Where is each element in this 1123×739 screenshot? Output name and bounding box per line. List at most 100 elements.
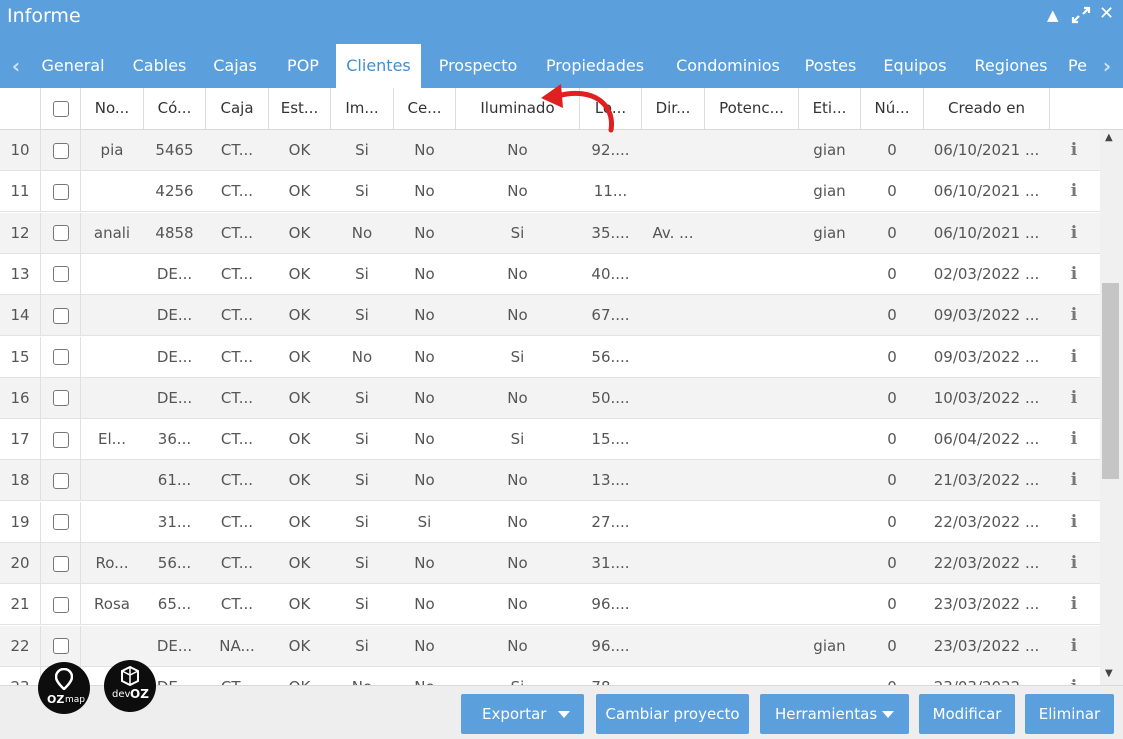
header-potencia[interactable]: Potenc... <box>705 88 799 129</box>
table-row[interactable]: 16 DE... CT... OK Si No No 50.... 0 10/03/2022 ..… <box>0 377 1100 419</box>
info-icon[interactable]: i <box>1050 213 1098 253</box>
info-icon[interactable]: i <box>1071 677 1077 685</box>
info-icon[interactable]: i <box>1071 470 1077 490</box>
vertical-scrollbar[interactable]: ▲ ▼ <box>1100 130 1123 685</box>
table-row[interactable]: 11 4256 CT... OK Si No No 11... gian 0 06/10/2021 … <box>0 171 1100 213</box>
info-icon[interactable]: i <box>1071 264 1077 284</box>
table-row[interactable]: 13 DE... CT... OK Si No No 40.... 0 02/03/2022 ..… <box>0 253 1100 295</box>
row-checkbox[interactable] <box>52 431 69 448</box>
info-icon[interactable]: i <box>1071 512 1077 532</box>
info-icon[interactable]: i <box>1071 553 1077 573</box>
scroll-down-icon[interactable]: ▼ <box>1105 668 1113 679</box>
scroll-up-icon[interactable]: ▲ <box>1105 132 1113 143</box>
row-checkbox[interactable] <box>52 514 69 531</box>
row-checkbox[interactable] <box>52 472 69 489</box>
row-checkbox[interactable] <box>52 183 69 200</box>
info-icon[interactable]: i <box>1050 502 1098 542</box>
info-icon[interactable]: i <box>1050 460 1098 500</box>
cell-im: No <box>331 667 393 685</box>
row-checkbox[interactable] <box>52 555 69 572</box>
table-row[interactable]: 17 El... 36... CT... OK Si No Si 15.... 0 06/04/20… <box>0 419 1100 461</box>
expand-icon[interactable] <box>1071 6 1091 28</box>
info-icon[interactable]: i <box>1071 594 1077 614</box>
info-icon[interactable]: i <box>1050 130 1098 170</box>
tab-cajas[interactable]: Cajas <box>203 44 267 88</box>
table-row[interactable]: 22 DE... NA... OK Si No No 96.... gian 0 23/03/202… <box>0 625 1100 667</box>
info-icon[interactable]: i <box>1071 636 1077 656</box>
export-dropdown-caret-icon[interactable] <box>558 694 570 734</box>
table-row[interactable]: 14 DE... CT... OK Si No No 67.... 0 09/03/2022 ..… <box>0 295 1100 337</box>
tab-propiedades[interactable]: Propiedades <box>535 44 655 88</box>
tab-equipos[interactable]: Equipos <box>872 44 958 88</box>
row-checkbox[interactable] <box>52 225 69 242</box>
cell-nombre <box>81 254 143 294</box>
header-nombre[interactable]: No... <box>81 88 144 129</box>
info-icon[interactable]: i <box>1071 305 1077 325</box>
table-row[interactable]: 10 pia 5465 CT... OK Si No No 92.... gian 0 06/10/2… <box>0 130 1100 171</box>
table-row[interactable]: 19 31... CT... OK Si Si No 27.... 0 22/03/2022 ..… <box>0 501 1100 543</box>
info-icon[interactable]: i <box>1050 584 1098 624</box>
info-icon[interactable]: i <box>1050 378 1098 418</box>
table-row[interactable]: 12 anali 4858 CT... OK No No Si 35.... Av. ... gia… <box>0 212 1100 254</box>
close-icon[interactable]: ✕ <box>1099 3 1114 24</box>
info-icon[interactable]: i <box>1050 419 1098 459</box>
select-all-checkbox[interactable] <box>52 100 69 117</box>
row-checkbox[interactable] <box>52 349 69 365</box>
tools-button[interactable]: Herramientas <box>760 694 909 734</box>
tab-condominios[interactable]: Condominios <box>661 44 795 88</box>
scrollbar-thumb[interactable] <box>1102 283 1119 479</box>
header-lo[interactable]: Lo... <box>580 88 642 129</box>
header-numero[interactable]: Nú... <box>861 88 924 129</box>
table-row[interactable]: 23DE...CT...OKNoNoSi78....023/03/2022 ..… <box>0 666 1100 685</box>
cell-codigo: 31... <box>157 512 192 531</box>
table-row[interactable]: 18 61... CT... OK Si No No 13.... 0 21/03/2022 ..… <box>0 460 1100 502</box>
tab-postes[interactable]: Postes <box>797 44 864 88</box>
info-icon[interactable]: i <box>1050 626 1098 666</box>
modify-button[interactable]: Modificar <box>919 694 1015 734</box>
info-icon[interactable]: i <box>1050 254 1098 294</box>
tab-regiones[interactable]: Regiones <box>965 44 1057 88</box>
info-icon[interactable]: i <box>1071 140 1077 160</box>
table-row[interactable]: 20 Ro... 56... CT... OK Si No No 31.... 0 22/03/20… <box>0 543 1100 584</box>
tools-dropdown-caret-icon[interactable] <box>882 694 894 734</box>
tab-scroll-right-icon[interactable]: › <box>1093 44 1121 88</box>
header-estado[interactable]: Est... <box>269 88 331 129</box>
row-checkbox[interactable] <box>52 596 69 613</box>
info-icon[interactable]: i <box>1071 223 1077 243</box>
cell-nombre: pia <box>100 141 124 159</box>
info-icon[interactable]: i <box>1050 171 1098 211</box>
change-project-button[interactable]: Cambiar proyecto <box>596 694 749 734</box>
table-row[interactable]: 21 Rosa 65... CT... OK Si No No 96.... 0 23/03/202… <box>0 584 1100 626</box>
collapse-icon[interactable]: ▲ <box>1047 6 1059 24</box>
row-checkbox[interactable] <box>52 390 69 407</box>
table-row[interactable]: 15 DE... CT... OK No No Si 56.... 0 09/03/2022 ..… <box>0 336 1100 378</box>
tab-general[interactable]: General <box>28 44 118 88</box>
info-icon[interactable]: i <box>1050 295 1098 335</box>
header-im[interactable]: Im... <box>331 88 394 129</box>
info-icon[interactable]: i <box>1071 429 1077 449</box>
header-etiqueta[interactable]: Eti... <box>799 88 861 129</box>
header-creado-en[interactable]: Creado en <box>924 88 1050 129</box>
info-icon[interactable]: i <box>1071 347 1077 367</box>
tab-clientes[interactable]: Clientes <box>336 44 421 88</box>
info-icon[interactable]: i <box>1050 337 1098 377</box>
row-checkbox[interactable] <box>52 638 69 655</box>
export-button[interactable]: Exportar <box>461 694 584 734</box>
delete-button[interactable]: Eliminar <box>1025 694 1114 734</box>
info-icon[interactable]: i <box>1050 543 1098 583</box>
row-checkbox[interactable] <box>52 142 69 159</box>
info-icon[interactable]: i <box>1071 388 1077 408</box>
tab-scroll-left-icon[interactable]: ‹ <box>2 44 30 88</box>
header-caja[interactable]: Caja <box>206 88 269 129</box>
tab-prospecto[interactable]: Prospecto <box>426 44 530 88</box>
info-icon[interactable]: i <box>1071 181 1077 201</box>
header-ce[interactable]: Ce... <box>394 88 456 129</box>
tab-cables[interactable]: Cables <box>122 44 197 88</box>
info-icon[interactable]: i <box>1050 667 1098 685</box>
header-iluminado[interactable]: Iluminado <box>456 88 580 129</box>
tab-pop[interactable]: POP <box>272 44 334 88</box>
header-direccion[interactable]: Dir... <box>642 88 705 129</box>
row-checkbox[interactable] <box>52 307 69 324</box>
row-checkbox[interactable] <box>52 266 69 283</box>
header-codigo[interactable]: Có... <box>144 88 206 129</box>
